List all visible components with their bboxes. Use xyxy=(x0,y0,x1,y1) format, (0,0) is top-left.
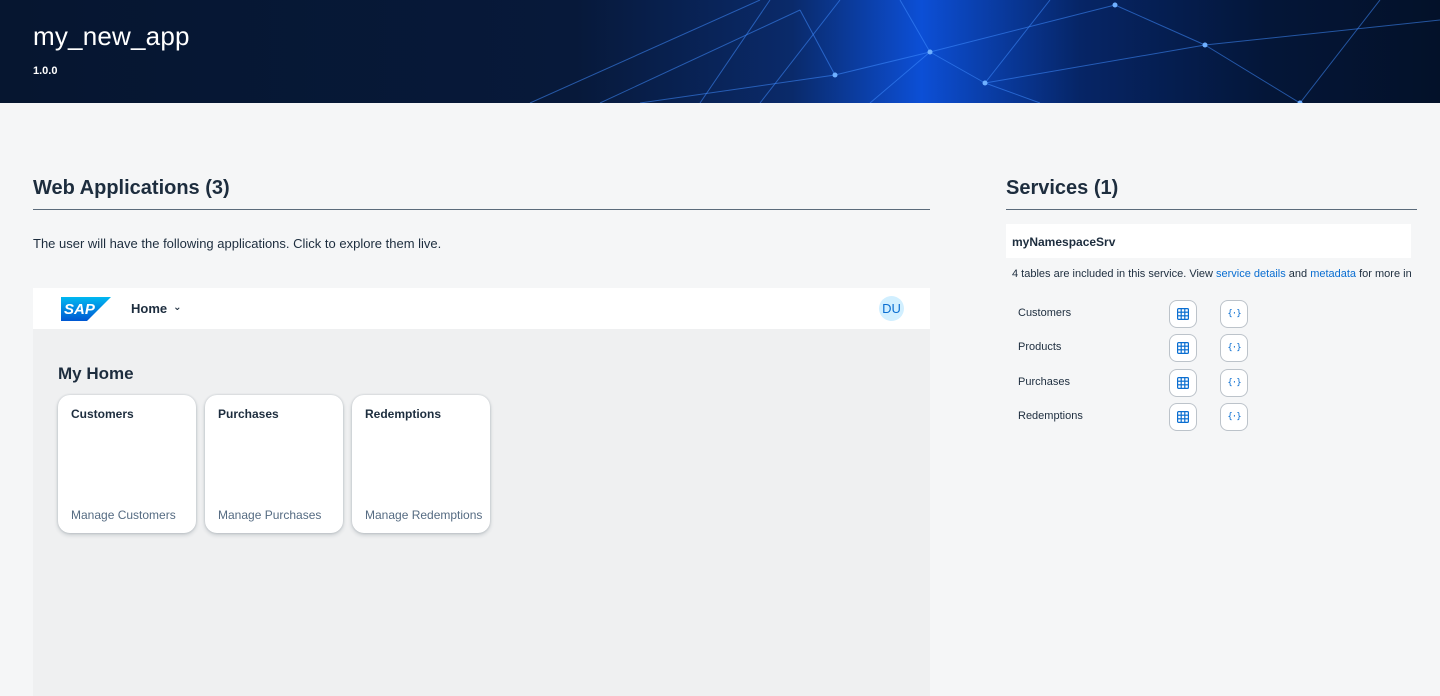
entity-name: Products xyxy=(1018,341,1062,353)
app-title: my_new_app xyxy=(33,21,190,51)
metadata-link[interactable]: metadata xyxy=(1310,268,1356,280)
view-json-button[interactable]: {·} xyxy=(1220,334,1248,362)
services-heading: Services (1) xyxy=(1006,177,1119,199)
json-icon: {·} xyxy=(1227,412,1241,422)
tile-customers[interactable]: Customers Manage Customers xyxy=(58,395,196,533)
view-table-button[interactable] xyxy=(1169,334,1197,362)
json-icon: {·} xyxy=(1227,343,1241,353)
view-table-button[interactable] xyxy=(1169,369,1197,397)
header-banner: my_new_app 1.0.0 xyxy=(0,0,1440,103)
app-version: 1.0.0 xyxy=(33,65,58,77)
network-pattern-graphic xyxy=(529,0,1440,103)
service-details-link[interactable]: service details xyxy=(1216,268,1286,280)
tile-subtitle: Manage Purchases xyxy=(218,508,322,522)
json-icon: {·} xyxy=(1227,378,1241,388)
table-icon xyxy=(1177,411,1189,423)
tile-title: Customers xyxy=(71,407,134,421)
service-description: 4 tables are included in this service. V… xyxy=(1012,268,1411,280)
service-description-text: and xyxy=(1285,268,1311,280)
my-home-title: My Home xyxy=(58,364,134,383)
launchpad-preview[interactable]: SAP Home ⌄ DU My Home Customers Manage C… xyxy=(33,288,930,696)
services-divider xyxy=(1006,209,1417,210)
entity-name: Redemptions xyxy=(1018,410,1083,422)
entity-row-purchases: Purchases {·} xyxy=(1006,369,1266,397)
tile-subtitle: Manage Customers xyxy=(71,508,176,522)
shell-bar: SAP Home ⌄ DU xyxy=(33,288,930,329)
sap-logo-icon[interactable]: SAP xyxy=(61,297,111,321)
service-description-text: 4 tables are included in this service. V… xyxy=(1012,268,1217,280)
view-json-button[interactable]: {·} xyxy=(1220,300,1248,328)
view-table-button[interactable] xyxy=(1169,403,1197,431)
service-description-text: for more info. xyxy=(1359,268,1411,280)
home-menu-button[interactable]: Home ⌄ xyxy=(131,301,182,316)
entity-row-redemptions: Redemptions {·} xyxy=(1006,403,1266,431)
web-applications-heading: Web Applications (3) xyxy=(33,177,230,199)
table-icon xyxy=(1177,377,1189,389)
tile-subtitle: Manage Redemptions xyxy=(365,508,483,522)
entity-name: Customers xyxy=(1018,307,1072,319)
view-json-button[interactable]: {·} xyxy=(1220,403,1248,431)
tile-redemptions[interactable]: Redemptions Manage Redemptions xyxy=(352,395,490,533)
table-icon xyxy=(1177,308,1189,320)
service-card: myNamespaceSrv xyxy=(1006,224,1411,258)
view-json-button[interactable]: {·} xyxy=(1220,369,1248,397)
tile-purchases[interactable]: Purchases Manage Purchases xyxy=(205,395,343,533)
chevron-down-icon: ⌄ xyxy=(173,302,182,313)
view-table-button[interactable] xyxy=(1169,300,1197,328)
table-icon xyxy=(1177,342,1189,354)
service-name: myNamespaceSrv xyxy=(1012,235,1116,249)
user-avatar[interactable]: DU xyxy=(879,296,904,321)
entity-name: Purchases xyxy=(1018,376,1070,388)
entity-row-customers: Customers {·} xyxy=(1006,300,1266,328)
entity-row-products: Products {·} xyxy=(1006,334,1266,362)
tile-title: Redemptions xyxy=(365,407,442,421)
web-applications-divider xyxy=(33,209,930,210)
home-menu-label: Home xyxy=(131,301,168,316)
web-applications-description: The user will have the following applica… xyxy=(33,236,442,251)
tile-title: Purchases xyxy=(218,407,279,421)
svg-text:SAP: SAP xyxy=(64,301,96,318)
json-icon: {·} xyxy=(1227,309,1241,319)
